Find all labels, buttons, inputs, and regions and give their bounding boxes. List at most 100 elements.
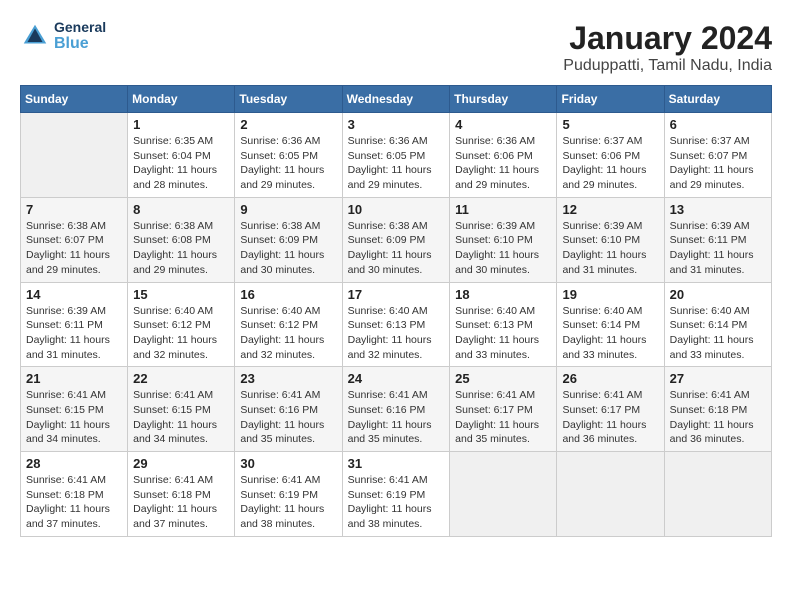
calendar-cell: 2Sunrise: 6:36 AMSunset: 6:05 PMDaylight… (235, 113, 342, 198)
header-day-saturday: Saturday (664, 86, 771, 113)
calendar-cell: 20Sunrise: 6:40 AMSunset: 6:14 PMDayligh… (664, 282, 771, 367)
day-info: Sunrise: 6:38 AMSunset: 6:09 PMDaylight:… (240, 219, 336, 278)
day-number: 21 (26, 371, 122, 386)
logo-blue: Blue (54, 35, 106, 53)
header-row: SundayMondayTuesdayWednesdayThursdayFrid… (21, 86, 772, 113)
day-number: 24 (348, 371, 445, 386)
calendar-cell: 1 Sunrise: 6:35 AMSunset: 6:04 PMDaylight… (128, 113, 235, 198)
header-day-wednesday: Wednesday (342, 86, 450, 113)
day-info: Sunrise: 6:35 AMSunset: 6:04 PMDaylight:… (133, 134, 229, 193)
page-subtitle: Puduppatti, Tamil Nadu, India (563, 57, 772, 75)
day-info: Sunrise: 6:37 AMSunset: 6:07 PMDaylight:… (670, 134, 766, 193)
header-day-monday: Monday (128, 86, 235, 113)
day-number: 3 (348, 117, 445, 132)
day-info: Sunrise: 6:40 AMSunset: 6:13 PMDaylight:… (455, 304, 551, 363)
day-info: Sunrise: 6:38 AMSunset: 6:07 PMDaylight:… (26, 219, 122, 278)
calendar-cell: 24 Sunrise: 6:41 AMSunset: 6:16 PMDayligh… (342, 367, 450, 452)
day-number: 9 (240, 202, 336, 217)
day-number: 5 (562, 117, 658, 132)
calendar-cell: 27Sunrise: 6:41 AMSunset: 6:18 PMDayligh… (664, 367, 771, 452)
logo-text: General Blue (54, 20, 106, 53)
day-info: Sunrise: 6:41 AMSunset: 6:19 PMDaylight:… (348, 473, 445, 532)
calendar-cell: 30 Sunrise: 6:41 AMSunset: 6:19 PMDayligh… (235, 452, 342, 537)
day-number: 31 (348, 456, 445, 471)
day-number: 11 (455, 202, 551, 217)
day-number: 2 (240, 117, 336, 132)
day-info: Sunrise: 6:36 AMSunset: 6:06 PMDaylight:… (455, 134, 551, 193)
day-number: 10 (348, 202, 445, 217)
day-number: 1 (133, 117, 229, 132)
day-number: 18 (455, 287, 551, 302)
day-number: 4 (455, 117, 551, 132)
day-number: 29 (133, 456, 229, 471)
title-block: January 2024 Puduppatti, Tamil Nadu, Ind… (563, 20, 772, 75)
calendar-cell: 19 Sunrise: 6:40 AMSunset: 6:14 PMDayligh… (557, 282, 664, 367)
page-title: January 2024 (563, 20, 772, 57)
calendar-cell: 28 Sunrise: 6:41 AMSunset: 6:18 PMDayligh… (21, 452, 128, 537)
calendar-cell (21, 113, 128, 198)
day-number: 30 (240, 456, 336, 471)
day-info: Sunrise: 6:41 AMSunset: 6:17 PMDaylight:… (562, 388, 658, 447)
calendar-cell: 21Sunrise: 6:41 AMSunset: 6:15 PMDayligh… (21, 367, 128, 452)
calendar-cell: 23 Sunrise: 6:41 AMSunset: 6:16 PMDayligh… (235, 367, 342, 452)
calendar-cell (557, 452, 664, 537)
calendar-cell: 15Sunrise: 6:40 AMSunset: 6:12 PMDayligh… (128, 282, 235, 367)
day-number: 23 (240, 371, 336, 386)
day-number: 13 (670, 202, 766, 217)
day-number: 26 (562, 371, 658, 386)
calendar-cell: 8 Sunrise: 6:38 AMSunset: 6:08 PMDaylight… (128, 197, 235, 282)
calendar-cell: 3 Sunrise: 6:36 AMSunset: 6:05 PMDaylight… (342, 113, 450, 198)
calendar-cell: 16Sunrise: 6:40 AMSunset: 6:12 PMDayligh… (235, 282, 342, 367)
day-info: Sunrise: 6:41 AMSunset: 6:19 PMDaylight:… (240, 473, 336, 532)
day-number: 25 (455, 371, 551, 386)
day-info: Sunrise: 6:38 AMSunset: 6:09 PMDaylight:… (348, 219, 445, 278)
day-info: Sunrise: 6:40 AMSunset: 6:12 PMDaylight:… (240, 304, 336, 363)
header-day-tuesday: Tuesday (235, 86, 342, 113)
day-number: 28 (26, 456, 122, 471)
calendar-cell: 13 Sunrise: 6:39 AMSunset: 6:11 PMDayligh… (664, 197, 771, 282)
calendar-week-1: 1 Sunrise: 6:35 AMSunset: 6:04 PMDaylight… (21, 113, 772, 198)
header-day-sunday: Sunday (21, 86, 128, 113)
day-info: Sunrise: 6:36 AMSunset: 6:05 PMDaylight:… (348, 134, 445, 193)
day-number: 8 (133, 202, 229, 217)
day-number: 15 (133, 287, 229, 302)
day-info: Sunrise: 6:40 AMSunset: 6:13 PMDaylight:… (348, 304, 445, 363)
day-info: Sunrise: 6:41 AMSunset: 6:16 PMDaylight:… (240, 388, 336, 447)
day-number: 7 (26, 202, 122, 217)
calendar-cell: 18 Sunrise: 6:40 AMSunset: 6:13 PMDayligh… (450, 282, 557, 367)
logo-icon (20, 21, 50, 51)
calendar-week-3: 14 Sunrise: 6:39 AMSunset: 6:11 PMDayligh… (21, 282, 772, 367)
day-info: Sunrise: 6:41 AMSunset: 6:17 PMDaylight:… (455, 388, 551, 447)
calendar-cell: 12Sunrise: 6:39 AMSunset: 6:10 PMDayligh… (557, 197, 664, 282)
calendar-cell: 7 Sunrise: 6:38 AMSunset: 6:07 PMDaylight… (21, 197, 128, 282)
calendar-cell (450, 452, 557, 537)
day-info: Sunrise: 6:41 AMSunset: 6:18 PMDaylight:… (26, 473, 122, 532)
calendar-table: SundayMondayTuesdayWednesdayThursdayFrid… (20, 85, 772, 537)
calendar-cell: 14 Sunrise: 6:39 AMSunset: 6:11 PMDayligh… (21, 282, 128, 367)
page-header: General Blue January 2024 Puduppatti, Ta… (20, 20, 772, 75)
calendar-week-2: 7 Sunrise: 6:38 AMSunset: 6:07 PMDaylight… (21, 197, 772, 282)
day-info: Sunrise: 6:39 AMSunset: 6:11 PMDaylight:… (26, 304, 122, 363)
day-info: Sunrise: 6:39 AMSunset: 6:10 PMDaylight:… (455, 219, 551, 278)
calendar-cell: 31 Sunrise: 6:41 AMSunset: 6:19 PMDayligh… (342, 452, 450, 537)
logo: General Blue (20, 20, 106, 53)
day-info: Sunrise: 6:39 AMSunset: 6:10 PMDaylight:… (562, 219, 658, 278)
day-number: 19 (562, 287, 658, 302)
day-info: Sunrise: 6:41 AMSunset: 6:15 PMDaylight:… (133, 388, 229, 447)
day-number: 17 (348, 287, 445, 302)
day-info: Sunrise: 6:40 AMSunset: 6:14 PMDaylight:… (670, 304, 766, 363)
day-info: Sunrise: 6:40 AMSunset: 6:14 PMDaylight:… (562, 304, 658, 363)
calendar-body: 1 Sunrise: 6:35 AMSunset: 6:04 PMDaylight… (21, 113, 772, 537)
day-number: 22 (133, 371, 229, 386)
day-info: Sunrise: 6:38 AMSunset: 6:08 PMDaylight:… (133, 219, 229, 278)
logo-general: General (54, 20, 106, 35)
day-number: 6 (670, 117, 766, 132)
day-info: Sunrise: 6:41 AMSunset: 6:18 PMDaylight:… (670, 388, 766, 447)
calendar-week-5: 28 Sunrise: 6:41 AMSunset: 6:18 PMDayligh… (21, 452, 772, 537)
header-day-friday: Friday (557, 86, 664, 113)
calendar-cell: 26 Sunrise: 6:41 AMSunset: 6:17 PMDayligh… (557, 367, 664, 452)
calendar-week-4: 21 Sunrise: 6:41 AMSunset: 6:15 PMDayligh… (21, 367, 772, 452)
day-info: Sunrise: 6:41 AMSunset: 6:16 PMDaylight:… (348, 388, 445, 447)
day-number: 14 (26, 287, 122, 302)
day-info: Sunrise: 6:39 AMSunset: 6:11 PMDaylight:… (670, 219, 766, 278)
